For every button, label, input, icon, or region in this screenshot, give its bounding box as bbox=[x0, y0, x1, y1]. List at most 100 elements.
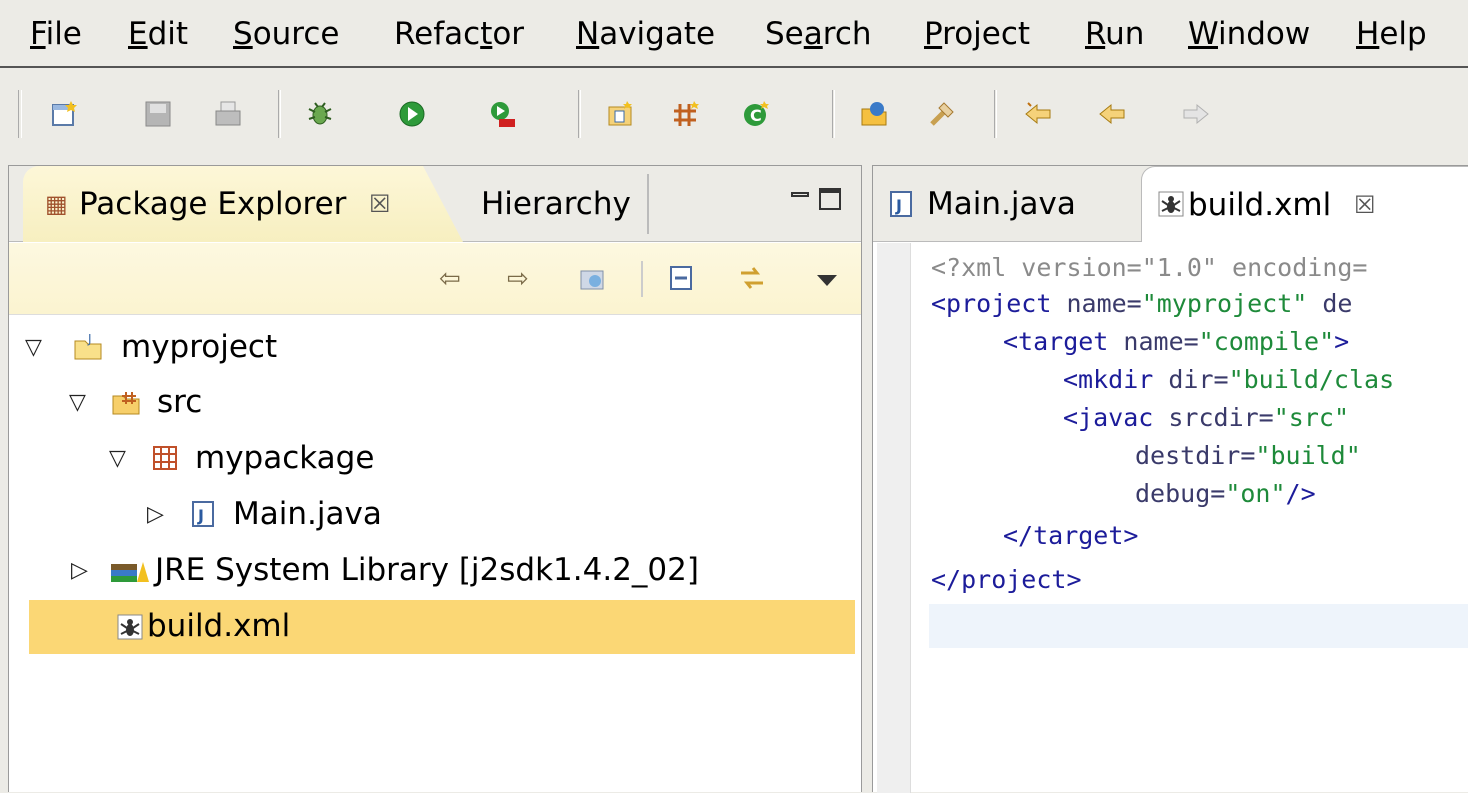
expanded-arrow-icon[interactable]: ▽ bbox=[69, 390, 86, 416]
collapse-all-icon[interactable] bbox=[667, 263, 697, 301]
xml-value: "on" bbox=[1225, 479, 1286, 508]
tab-package-explorer[interactable]: ▦ Package Explorer ☒ bbox=[23, 166, 463, 242]
code-line-5[interactable]: <javac srcdir="src" bbox=[1063, 398, 1349, 438]
package-explorer-view: ▦ Package Explorer ☒ Hierarchy ⇦ ⇨ ▽ J m… bbox=[8, 165, 862, 792]
debug-icon[interactable] bbox=[304, 98, 336, 130]
xml-attribute: debug= bbox=[1135, 479, 1226, 508]
code-line-2[interactable]: <project name="myproject" de bbox=[931, 284, 1352, 324]
new-wizard-icon[interactable] bbox=[48, 98, 80, 130]
tab-label: build.xml bbox=[1188, 187, 1332, 223]
tree-item-myproject[interactable]: ▽ J myproject bbox=[9, 321, 847, 375]
tree-item-mypackage[interactable]: ▽ mypackage bbox=[9, 432, 847, 486]
run-icon[interactable] bbox=[396, 98, 428, 130]
xml-value: "src" bbox=[1273, 403, 1349, 432]
new-java-package-icon[interactable] bbox=[670, 98, 702, 130]
xml-attribute: dir= bbox=[1153, 365, 1229, 394]
menu-label: rch bbox=[822, 16, 872, 52]
tab-hierarchy[interactable]: Hierarchy bbox=[463, 166, 651, 242]
menu-mnemonic: N bbox=[576, 16, 600, 52]
forward-arrow-icon[interactable] bbox=[1180, 98, 1212, 130]
expanded-arrow-icon[interactable]: ▽ bbox=[25, 335, 42, 361]
tree-item-jre-library[interactable]: ▷ JRE System Library [j2sdk1.4.2_02] bbox=[9, 544, 847, 598]
toolbar-grip[interactable] bbox=[18, 90, 22, 138]
toolbar-separator bbox=[832, 90, 835, 138]
menu-label: ource bbox=[252, 16, 340, 52]
close-icon[interactable]: ☒ bbox=[1354, 185, 1376, 225]
toolbar: C bbox=[0, 70, 1468, 191]
menu-search[interactable]: Search bbox=[765, 14, 872, 54]
menu-refactor[interactable]: Refactor bbox=[394, 14, 524, 54]
svg-text:J: J bbox=[87, 333, 92, 346]
code-line-4[interactable]: <mkdir dir="build/clas bbox=[1063, 360, 1394, 400]
editor-ruler bbox=[877, 243, 911, 793]
editor-area: J Main.java build.xml ☒ <?xml version="1… bbox=[872, 165, 1468, 793]
tree-item-label: JRE System Library [j2sdk1.4.2_02] bbox=[155, 552, 699, 588]
code-line-9[interactable]: </project> bbox=[931, 560, 1082, 600]
editor-tab-bar: J Main.java build.xml ☒ bbox=[873, 166, 1468, 242]
code-line-6[interactable]: destdir="build" bbox=[1135, 436, 1361, 476]
close-icon[interactable]: ☒ bbox=[369, 184, 391, 224]
menu-edit[interactable]: Edit bbox=[128, 14, 188, 54]
xml-tag: <mkdir bbox=[1063, 365, 1154, 394]
menu-mnemonic: a bbox=[803, 16, 823, 52]
collapsed-arrow-icon[interactable]: ▷ bbox=[147, 502, 164, 528]
tree-item-label: mypackage bbox=[195, 440, 375, 476]
xml-tag: <javac bbox=[1063, 403, 1154, 432]
toolbar-separator bbox=[578, 90, 581, 138]
code-line-1[interactable]: <?xml version="1.0" encoding= bbox=[931, 248, 1368, 288]
tab-divider bbox=[647, 174, 649, 234]
code-line-7[interactable]: debug="on"/> bbox=[1135, 474, 1316, 514]
last-edit-location-icon[interactable] bbox=[1022, 98, 1054, 130]
forward-icon[interactable]: ⇨ bbox=[507, 263, 529, 295]
tree-item-build-xml[interactable]: build.xml bbox=[29, 600, 855, 654]
tab-main-java[interactable]: J Main.java bbox=[873, 166, 1139, 242]
xml-tag: <project bbox=[931, 289, 1052, 318]
search-icon[interactable] bbox=[926, 98, 958, 130]
tree-item-main-java[interactable]: ▷ J Main.java bbox=[9, 488, 847, 542]
xml-value: "compile" bbox=[1198, 327, 1335, 356]
tab-build-xml[interactable]: build.xml ☒ bbox=[1141, 166, 1468, 242]
menu-source[interactable]: Source bbox=[233, 14, 339, 54]
new-java-class-icon[interactable]: C bbox=[740, 98, 772, 130]
menu-help[interactable]: Help bbox=[1356, 14, 1427, 54]
external-tools-icon[interactable] bbox=[486, 98, 518, 130]
tree-item-src[interactable]: ▽ src bbox=[9, 376, 847, 430]
up-icon[interactable] bbox=[577, 263, 607, 301]
view-menu-icon[interactable] bbox=[817, 275, 837, 286]
collapsed-arrow-icon[interactable]: ▷ bbox=[71, 558, 88, 584]
back-arrow-icon[interactable] bbox=[1096, 98, 1128, 130]
view-tab-bar: ▦ Package Explorer ☒ Hierarchy bbox=[9, 166, 861, 242]
xml-attribute: destdir= bbox=[1135, 441, 1256, 470]
ant-file-icon bbox=[115, 612, 143, 640]
xml-tag: </project> bbox=[931, 565, 1082, 594]
maximize-icon[interactable] bbox=[819, 188, 841, 210]
menu-label: avigate bbox=[599, 16, 716, 52]
code-line-8[interactable]: </target> bbox=[1003, 516, 1138, 556]
menu-label: roject bbox=[942, 16, 1031, 52]
open-type-icon[interactable] bbox=[858, 98, 890, 130]
menu-project[interactable]: Project bbox=[924, 14, 1030, 54]
menu-window[interactable]: Window bbox=[1188, 14, 1310, 54]
tree-item-label: build.xml bbox=[147, 608, 291, 644]
xml-tag: <target bbox=[1003, 327, 1109, 356]
minimize-icon[interactable] bbox=[791, 192, 809, 197]
expanded-arrow-icon[interactable]: ▽ bbox=[109, 446, 126, 472]
view-toolbar: ⇦ ⇨ bbox=[9, 243, 861, 315]
menu-mnemonic: F bbox=[30, 16, 46, 52]
menu-file[interactable]: File bbox=[30, 14, 82, 54]
menu-mnemonic: E bbox=[128, 16, 148, 52]
menu-label: indow bbox=[1217, 16, 1311, 52]
menu-mnemonic: R bbox=[1085, 16, 1106, 52]
menu-navigate[interactable]: Navigate bbox=[576, 14, 715, 54]
menu-run[interactable]: Run bbox=[1085, 14, 1144, 54]
svg-text:J: J bbox=[895, 196, 902, 215]
back-icon[interactable]: ⇦ bbox=[439, 263, 461, 295]
save-icon[interactable] bbox=[142, 98, 174, 130]
print-icon[interactable] bbox=[212, 98, 244, 130]
new-java-project-icon[interactable] bbox=[604, 98, 636, 130]
xml-tag: > bbox=[1334, 327, 1350, 356]
menu-label: Se bbox=[765, 16, 804, 52]
link-with-editor-icon[interactable] bbox=[737, 263, 767, 301]
library-icon bbox=[109, 556, 149, 584]
code-line-3[interactable]: <target name="compile"> bbox=[1003, 322, 1349, 362]
